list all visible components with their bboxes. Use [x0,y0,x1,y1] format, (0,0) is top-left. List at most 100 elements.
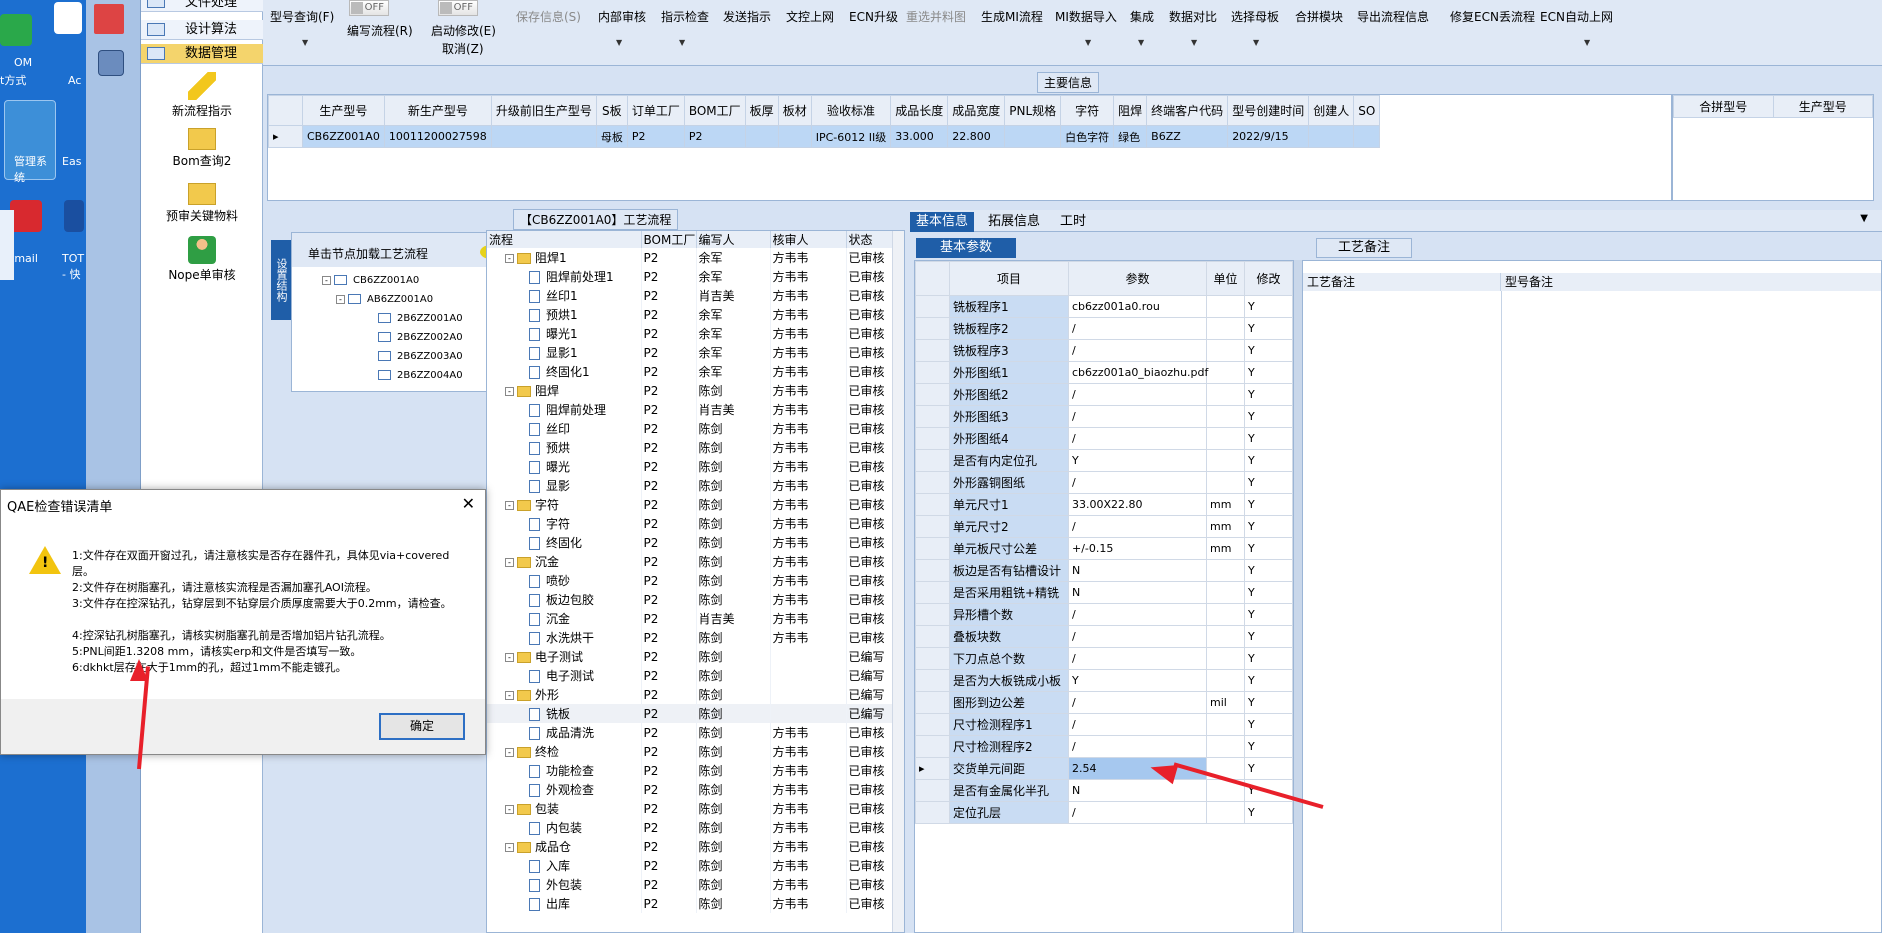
table-row[interactable]: ▸ 交货单元间距 2.54 Y [915,757,1293,780]
flow-name-cell[interactable]: 铣板 [487,704,642,723]
column-header[interactable]: S板 [595,95,628,126]
nav-algorithm[interactable]: 设计算法 [141,20,263,40]
flow-scrollbar[interactable] [892,231,904,932]
merge-module-button[interactable]: 合拼模块 [1295,8,1343,25]
table-cell[interactable]: P2 [626,125,685,148]
expander-icon[interactable]: - [505,254,514,263]
table-row[interactable]: - 字符 P2 陈剑 方韦韦 已审核 [487,495,893,514]
nav-bom-query[interactable]: Bom查询2 [141,128,263,169]
table-row[interactable]: - 阻焊 P2 陈剑 方韦韦 已审核 [487,381,893,400]
splitter[interactable] [1294,260,1302,933]
flow-name-cell[interactable]: - 阻焊 [487,381,642,400]
send-instruction-button[interactable]: 发送指示 [723,8,771,25]
flow-name-cell[interactable]: - 阻焊1 [487,248,642,267]
table-cell[interactable] [744,125,779,148]
table-row[interactable]: 内包装 P2 陈剑 方韦韦 已审核 [487,818,893,837]
expander-icon[interactable]: - [505,843,514,852]
table-row[interactable]: 是否有内定位孔 Y Y [915,449,1293,472]
table-cell[interactable]: IPC-6012 II级 [810,125,892,148]
table-row[interactable]: 字符 P2 陈剑 方韦韦 已审核 [487,514,893,533]
tree-node[interactable]: 2B6ZZ004A0 [378,370,463,381]
table-row[interactable]: 外观检查 P2 陈剑 方韦韦 已审核 [487,780,893,799]
column-header[interactable]: 阻焊 [1113,95,1148,126]
param-modify[interactable]: Y [1244,317,1293,340]
flow-name-cell[interactable]: 喷砂 [487,571,642,590]
table-row[interactable]: 是否采用粗铣+精铣 N Y [915,581,1293,604]
param-modify[interactable]: Y [1244,559,1293,582]
flow-name-cell[interactable]: 入库 [487,856,642,875]
param-modify[interactable]: Y [1244,493,1293,516]
table-row[interactable]: 板边包胶 P2 陈剑 方韦韦 已审核 [487,590,893,609]
flow-name-cell[interactable]: 曝光1 [487,324,642,343]
param-value[interactable]: N [1068,559,1207,582]
tab-extended-info[interactable]: 拓展信息 [982,212,1046,232]
structure-side-tab[interactable]: 设置结构 [271,240,291,320]
column-header[interactable]: 成品宽度 [947,95,1006,126]
expander-icon[interactable]: - [505,501,514,510]
tree-node[interactable]: 2B6ZZ002A0 [378,332,463,343]
repair-ecn-button[interactable]: 修复ECN丢流程 [1450,8,1535,25]
param-value[interactable]: / [1068,427,1207,450]
close-icon[interactable]: ✕ [462,494,475,513]
export-flow-button[interactable]: 导出流程信息 [1357,8,1429,25]
ecn-upgrade-button[interactable]: ECN升级 [849,8,898,25]
param-modify[interactable]: Y [1244,361,1293,384]
nav-new-flow[interactable]: 新流程指示 [141,72,263,119]
column-header[interactable]: 板材 [777,95,812,126]
column-header[interactable]: 验收标准 [810,95,892,126]
table-row[interactable]: - 阻焊1 P2 余军 方韦韦 已审核 [487,248,893,267]
app-icon[interactable] [10,200,42,232]
table-row[interactable]: 阻焊前处理1 P2 余军 方韦韦 已审核 [487,267,893,286]
tab-basic-info[interactable]: 基本信息 [910,212,975,232]
edit-flow-toggle[interactable]: OFF [349,0,389,16]
column-header[interactable]: 字符 [1060,95,1115,126]
tab-work-hours[interactable]: 工时 [1054,212,1092,232]
param-value[interactable]: / [1068,515,1207,538]
param-value[interactable]: / [1068,691,1207,714]
flow-name-cell[interactable]: 功能检查 [487,761,642,780]
flow-name-cell[interactable]: 终固化 [487,533,642,552]
flow-name-cell[interactable]: 曝光 [487,457,642,476]
expander-icon[interactable]: - [505,387,514,396]
param-modify[interactable]: Y [1244,581,1293,604]
flow-name-cell[interactable]: - 成品仓 [487,837,642,856]
flow-name-cell[interactable]: 预烘 [487,438,642,457]
table-row[interactable]: 叠板块数 / Y [915,625,1293,648]
column-header[interactable]: 参数 [1068,261,1207,296]
param-modify[interactable]: Y [1244,713,1293,736]
table-cell[interactable]: 绿色 [1113,125,1148,148]
expander-icon[interactable]: - [505,805,514,814]
table-row[interactable]: 电子测试 P2 陈剑 已编写 [487,666,893,685]
nav-nope-review[interactable]: Nope单审核 [141,236,263,283]
flow-name-cell[interactable]: 电子测试 [487,666,642,685]
table-cell[interactable]: 10011200027598 [383,125,492,148]
mi-import-button[interactable]: MI数据导入 ▼ [1055,8,1117,47]
table-row[interactable]: 显影1 P2 余军 方韦韦 已审核 [487,343,893,362]
column-header[interactable]: 生产型号 [302,95,385,126]
param-modify[interactable]: Y [1244,735,1293,758]
table-row[interactable]: 单元板尺寸公差 +/-0.15 mm Y [915,537,1293,560]
tree-node[interactable]: - AB6ZZ001A0 [336,294,433,305]
column-header[interactable]: 新生产型号 [383,95,492,126]
expander-icon[interactable]: - [505,748,514,757]
column-header[interactable]: 流程 [487,231,642,248]
table-row[interactable]: - 包装 P2 陈剑 方韦韦 已审核 [487,799,893,818]
doc-online-button[interactable]: 文控上网 [786,8,834,25]
table-row[interactable]: 预烘 P2 陈剑 方韦韦 已审核 [487,438,893,457]
basic-params-tab[interactable]: 基本参数 [916,238,1016,258]
param-value[interactable]: / [1068,801,1207,824]
table-row[interactable]: 成品清洗 P2 陈剑 方韦韦 已审核 [487,723,893,742]
table-row[interactable]: 外包装 P2 陈剑 方韦韦 已审核 [487,875,893,894]
column-header[interactable]: 单位 [1206,261,1245,296]
ecn-auto-online-button[interactable]: ECN自动上网 ▼ [1540,8,1613,47]
param-value[interactable]: +/-0.15 [1068,537,1207,560]
param-value[interactable]: N [1068,779,1207,802]
table-row[interactable]: 铣板程序3/ Y [915,339,1293,362]
table-cell[interactable] [777,125,812,148]
table-cell[interactable] [1004,125,1062,148]
param-value[interactable]: / [1068,339,1207,362]
table-row[interactable]: 铣板程序2/ Y [915,317,1293,340]
flow-name-cell[interactable]: - 终检 [487,742,642,761]
data-compare-button[interactable]: 数据对比 ▼ [1169,8,1217,47]
cancel-button[interactable]: 取消(Z) [442,40,484,57]
